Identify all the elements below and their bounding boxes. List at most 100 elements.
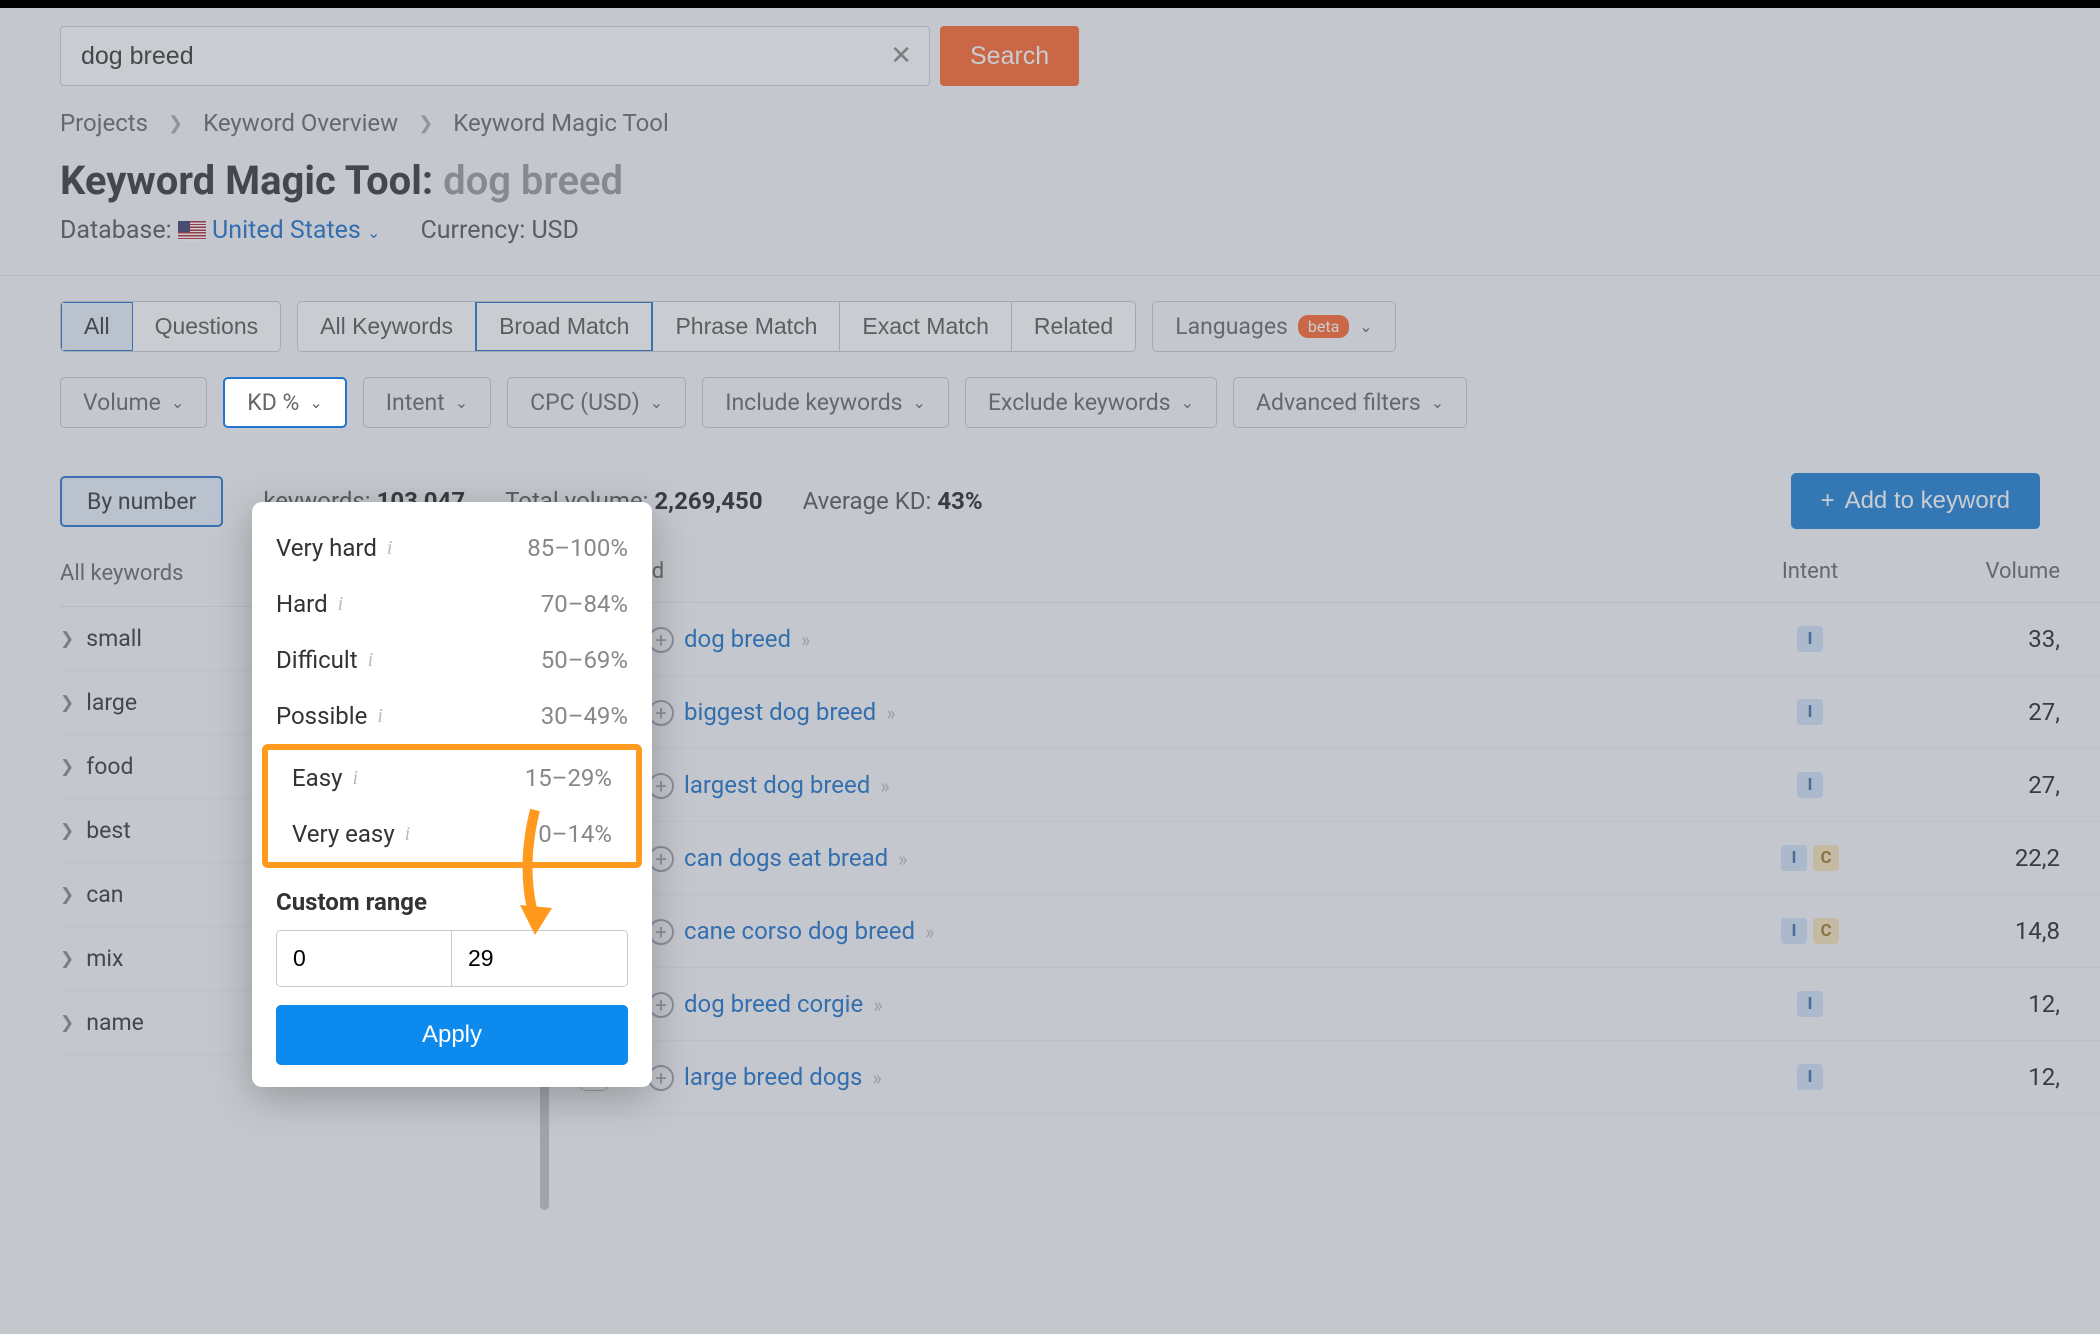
filter-volume[interactable]: Volume⌄: [60, 377, 207, 428]
chevron-down-icon: ⌄: [309, 393, 322, 412]
sidebar-item-label: small: [86, 625, 142, 652]
tab-exact-match[interactable]: Exact Match: [840, 302, 1012, 351]
double-chevron-icon[interactable]: »: [925, 920, 934, 944]
keyword-link[interactable]: biggest dog breed: [684, 698, 876, 726]
volume-cell: 22,2: [1900, 844, 2100, 872]
intent-cell: I: [1720, 772, 1900, 798]
col-volume: Volume: [1900, 559, 2100, 584]
kd-option-difficult[interactable]: Difficulti50–69%: [252, 632, 652, 688]
info-icon: i: [405, 823, 411, 846]
tab-related[interactable]: Related: [1012, 302, 1135, 351]
chevron-right-icon: ❯: [60, 757, 74, 777]
double-chevron-icon[interactable]: »: [880, 774, 889, 798]
volume-cell: 12,: [1900, 990, 2100, 1018]
chevron-right-icon: ❯: [60, 821, 74, 841]
filter-intent[interactable]: Intent⌄: [363, 377, 491, 428]
info-icon: i: [387, 537, 393, 560]
database-selector[interactable]: United States ⌄: [212, 216, 380, 245]
kd-dropdown: Very hardi85–100% Hardi70–84% Difficulti…: [252, 502, 652, 1087]
breadcrumb: Projects ❯ Keyword Overview ❯ Keyword Ma…: [0, 104, 2100, 157]
intent-cell: I: [1720, 626, 1900, 652]
intent-badge-I: I: [1797, 699, 1823, 725]
by-number-toggle[interactable]: By number: [60, 476, 223, 527]
double-chevron-icon[interactable]: »: [898, 847, 907, 871]
col-intent: Intent: [1720, 559, 1900, 584]
tab-phrase-match[interactable]: Phrase Match: [653, 302, 840, 351]
intent-badge-I: I: [1797, 991, 1823, 1017]
page-title: Keyword Magic Tool: dog breed: [0, 157, 2100, 216]
chevron-right-icon: ❯: [60, 949, 74, 969]
crumb-magic-tool[interactable]: Keyword Magic Tool: [453, 109, 669, 137]
filter-advanced[interactable]: Advanced filters⌄: [1233, 377, 1467, 428]
plus-icon: +: [1821, 487, 1835, 515]
table-row: +large breed dogs» I 12,: [560, 1041, 2100, 1114]
chevron-down-icon: ⌄: [1359, 317, 1372, 336]
intent-badge-I: I: [1781, 918, 1807, 944]
keyword-table: Keyword Intent Volume +dog breed» I 33, …: [560, 541, 2100, 1114]
chevron-down-icon: ⌄: [171, 393, 184, 412]
sidebar-item-label: food: [86, 753, 133, 780]
intent-cell: I: [1720, 699, 1900, 725]
annotation-arrow-icon: [500, 800, 570, 950]
range-from-input[interactable]: [277, 931, 452, 986]
filter-kd[interactable]: KD %⌄: [223, 377, 346, 428]
intent-badge-I: I: [1781, 845, 1807, 871]
tab-broad-match[interactable]: Broad Match: [475, 301, 653, 352]
double-chevron-icon[interactable]: »: [872, 1066, 881, 1090]
chevron-right-icon: ❯: [168, 113, 183, 134]
intent-badge-I: I: [1797, 626, 1823, 652]
tab-all-keywords[interactable]: All Keywords: [298, 302, 476, 351]
add-to-keyword-button[interactable]: +Add to keyword: [1791, 473, 2040, 529]
search-input[interactable]: [60, 26, 930, 86]
keyword-link[interactable]: dog breed corgie: [684, 990, 863, 1018]
chevron-right-icon: ❯: [418, 113, 433, 134]
table-row: +dog breed» I 33,: [560, 603, 2100, 676]
intent-cell: IC: [1720, 918, 1900, 944]
beta-badge: beta: [1298, 315, 1349, 338]
crumb-overview[interactable]: Keyword Overview: [203, 109, 398, 137]
keyword-link[interactable]: large breed dogs: [684, 1063, 862, 1091]
tab-questions[interactable]: Questions: [133, 302, 281, 351]
keyword-link[interactable]: largest dog breed: [684, 771, 870, 799]
double-chevron-icon[interactable]: »: [873, 993, 882, 1017]
info-icon: i: [352, 767, 358, 790]
tab-all[interactable]: All: [60, 301, 134, 352]
apply-button[interactable]: Apply: [276, 1005, 628, 1065]
tab-group-scope: All Questions: [60, 301, 281, 352]
chevron-down-icon: ⌄: [1181, 393, 1194, 412]
kd-option-very-hard[interactable]: Very hardi85–100%: [252, 520, 652, 576]
kd-option-possible[interactable]: Possiblei30–49%: [252, 688, 652, 744]
intent-badge-I: I: [1797, 772, 1823, 798]
kd-option-very-easy[interactable]: Very easyi0–14%: [268, 806, 636, 862]
chevron-down-icon: ⌄: [650, 393, 663, 412]
keyword-link[interactable]: cane corso dog breed: [684, 917, 915, 945]
languages-selector[interactable]: Languages beta ⌄: [1152, 301, 1396, 352]
volume-cell: 27,: [1900, 771, 2100, 799]
table-row: +biggest dog breed» I 27,: [560, 676, 2100, 749]
crumb-projects[interactable]: Projects: [60, 109, 148, 137]
sidebar-item-label: name: [86, 1009, 144, 1036]
kd-option-easy[interactable]: Easyi15–29%: [268, 750, 636, 806]
database-label: Database: United States ⌄: [60, 216, 380, 245]
filter-exclude[interactable]: Exclude keywords⌄: [965, 377, 1217, 428]
volume-cell: 12,: [1900, 1063, 2100, 1091]
clear-icon[interactable]: ✕: [890, 41, 912, 71]
chevron-down-icon: ⌄: [1431, 393, 1444, 412]
intent-cell: I: [1720, 991, 1900, 1017]
sidebar-item-label: can: [86, 881, 123, 908]
double-chevron-icon[interactable]: »: [801, 628, 810, 652]
double-chevron-icon[interactable]: »: [886, 701, 895, 725]
intent-badge-C: C: [1813, 918, 1839, 944]
chevron-down-icon: ⌄: [913, 393, 926, 412]
filter-cpc[interactable]: CPC (USD)⌄: [507, 377, 686, 428]
search-row: ✕ Search: [0, 8, 2100, 104]
search-button[interactable]: Search: [940, 26, 1079, 86]
sidebar-item-label: best: [86, 817, 131, 844]
keyword-link[interactable]: can dogs eat bread: [684, 844, 888, 872]
col-keyword: Keyword: [560, 559, 1720, 584]
keyword-link[interactable]: dog breed: [684, 625, 791, 653]
chevron-right-icon: ❯: [60, 693, 74, 713]
kd-option-hard[interactable]: Hardi70–84%: [252, 576, 652, 632]
filter-include[interactable]: Include keywords⌄: [702, 377, 949, 428]
scrollbar[interactable]: [540, 1070, 549, 1210]
